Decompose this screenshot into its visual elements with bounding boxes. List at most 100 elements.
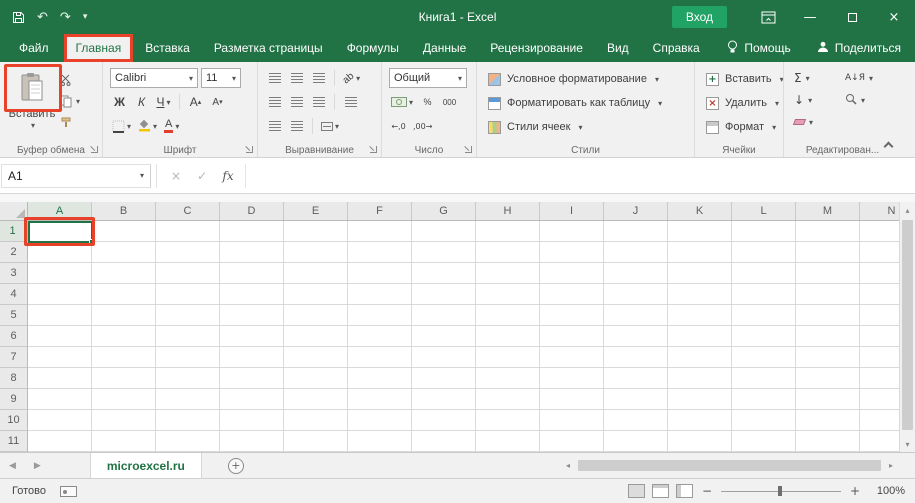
sign-in-button[interactable]: Вход <box>671 6 727 28</box>
column-header-b[interactable]: B <box>92 202 156 220</box>
minimize-button[interactable]: — <box>789 0 831 34</box>
normal-view-button[interactable] <box>628 484 645 498</box>
row-header-5[interactable]: 5 <box>0 305 27 326</box>
row-header-3[interactable]: 3 <box>0 263 27 284</box>
copy-button[interactable]: ▾ <box>60 93 80 109</box>
align-center-button[interactable] <box>287 92 306 112</box>
zoom-slider[interactable] <box>721 484 841 498</box>
accounting-dropdown-icon[interactable]: ▾ <box>409 98 413 107</box>
dialog-launcher-number[interactable] <box>465 146 472 153</box>
font-size-dropdown-icon[interactable]: ▾ <box>232 74 236 83</box>
scroll-right-icon[interactable]: ▸ <box>883 453 899 478</box>
tab-insert[interactable]: Вставка <box>133 34 202 62</box>
name-box[interactable]: A1 ▾ <box>1 163 151 188</box>
tab-help[interactable]: Справка <box>641 34 712 62</box>
increase-indent-button[interactable] <box>287 116 306 136</box>
format-as-table-dropdown-icon[interactable]: ▾ <box>658 99 662 108</box>
merge-center-dropdown-icon[interactable]: ▾ <box>335 122 339 131</box>
italic-button[interactable]: К <box>132 92 151 112</box>
tab-view[interactable]: Вид <box>595 34 641 62</box>
align-top-button[interactable] <box>265 68 284 88</box>
new-sheet-button[interactable]: + <box>227 457 244 474</box>
decrease-decimal-button[interactable]: ,00→ <box>411 116 434 136</box>
find-select-dropdown-icon[interactable]: ▾ <box>861 96 865 105</box>
zoom-out-button[interactable]: − <box>700 484 714 498</box>
delete-cells-button[interactable]: × Удалить ▾ <box>702 92 779 114</box>
fill-color-button[interactable]: ▾ <box>136 116 159 136</box>
delete-cells-dropdown-icon[interactable]: ▾ <box>775 99 779 108</box>
paste-button[interactable]: Вставить ▾ <box>4 67 60 130</box>
fill-handle[interactable] <box>89 239 94 244</box>
conditional-formatting-button[interactable]: Условное форматирование ▾ <box>484 68 687 90</box>
font-size-select[interactable]: 11 ▾ <box>201 68 241 88</box>
paste-dropdown-icon[interactable]: ▾ <box>31 121 35 130</box>
column-header-n[interactable]: N <box>860 202 899 220</box>
undo-icon[interactable]: ↶ <box>37 10 48 25</box>
enter-button[interactable]: ✓ <box>189 164 215 188</box>
comma-style-button[interactable]: 000 <box>440 92 459 112</box>
row-header-11[interactable]: 11 <box>0 431 27 452</box>
column-header-m[interactable]: M <box>796 202 860 220</box>
fill-color-dropdown-icon[interactable]: ▾ <box>153 122 157 131</box>
column-header-i[interactable]: I <box>540 202 604 220</box>
name-box-dropdown-icon[interactable]: ▾ <box>140 171 144 180</box>
format-cells-dropdown-icon[interactable]: ▾ <box>772 123 776 132</box>
sort-filter-dropdown-icon[interactable]: ▾ <box>869 74 873 83</box>
clear-button[interactable]: ▾ <box>792 113 835 131</box>
cell-styles-dropdown-icon[interactable]: ▾ <box>578 123 582 132</box>
number-format-dropdown-icon[interactable]: ▾ <box>458 74 462 83</box>
sheet-nav-left-icon[interactable]: ◀ <box>0 453 25 478</box>
tab-formulas[interactable]: Формулы <box>335 34 411 62</box>
formula-bar-splitter[interactable] <box>151 163 157 188</box>
cut-button[interactable] <box>60 72 80 88</box>
cell-styles-button[interactable]: Стили ячеек ▾ <box>484 116 687 138</box>
row-header-1[interactable]: 1 <box>0 221 27 242</box>
column-header-l[interactable]: L <box>732 202 796 220</box>
share-button[interactable]: Поделиться <box>817 41 901 56</box>
zoom-level[interactable]: 100% <box>869 485 905 497</box>
row-header-9[interactable]: 9 <box>0 389 27 410</box>
conditional-formatting-dropdown-icon[interactable]: ▾ <box>655 75 659 84</box>
cancel-button[interactable]: × <box>163 164 189 188</box>
page-layout-view-button[interactable] <box>652 484 669 498</box>
zoom-in-button[interactable]: + <box>848 484 862 498</box>
align-middle-button[interactable] <box>287 68 306 88</box>
horizontal-scrollbar[interactable]: ◂ ▸ <box>560 453 899 478</box>
align-right-button[interactable] <box>309 92 328 112</box>
insert-cells-button[interactable]: + Вставить ▾ <box>702 68 784 90</box>
dialog-launcher-font[interactable] <box>246 146 253 153</box>
sheet-tab-microexcel[interactable]: microexcel.ru <box>89 453 202 478</box>
format-painter-button[interactable] <box>60 114 80 130</box>
fill-button[interactable]: ↓ ▾ <box>794 91 835 109</box>
macro-record-icon[interactable] <box>59 485 77 497</box>
bold-button[interactable]: Ж <box>110 92 129 112</box>
dialog-launcher-alignment[interactable] <box>370 146 377 153</box>
orientation-dropdown-icon[interactable]: ▾ <box>356 74 360 83</box>
row-header-10[interactable]: 10 <box>0 410 27 431</box>
save-icon[interactable] <box>12 11 25 24</box>
accounting-format-button[interactable]: ▾ <box>389 92 415 112</box>
font-color-button[interactable]: А ▾ <box>162 116 181 136</box>
dialog-launcher-clipboard[interactable] <box>91 146 98 153</box>
paste-clipboard-icon[interactable] <box>10 67 54 107</box>
column-header-d[interactable]: D <box>220 202 284 220</box>
row-header-2[interactable]: 2 <box>0 242 27 263</box>
tell-me-button[interactable]: Помощь <box>727 40 791 57</box>
sheet-grid[interactable] <box>28 221 899 452</box>
maximize-button[interactable] <box>831 0 873 34</box>
tab-page-layout[interactable]: Разметка страницы <box>202 34 335 62</box>
selected-cell-a1[interactable] <box>28 221 94 244</box>
scroll-up-icon[interactable]: ▴ <box>900 202 915 218</box>
column-header-k[interactable]: K <box>668 202 732 220</box>
percent-style-button[interactable]: % <box>418 92 437 112</box>
tab-data[interactable]: Данные <box>411 34 478 62</box>
font-color-dropdown-icon[interactable]: ▾ <box>175 122 179 131</box>
sheet-nav-right-icon[interactable]: ▶ <box>25 453 50 478</box>
ribbon-display-options-icon[interactable] <box>747 0 789 34</box>
copy-dropdown-icon[interactable]: ▾ <box>76 97 80 106</box>
row-header-8[interactable]: 8 <box>0 368 27 389</box>
scroll-left-icon[interactable]: ◂ <box>560 453 576 478</box>
format-cells-button[interactable]: Формат ▾ <box>702 116 776 138</box>
autosum-dropdown-icon[interactable]: ▾ <box>806 74 810 83</box>
column-header-h[interactable]: H <box>476 202 540 220</box>
